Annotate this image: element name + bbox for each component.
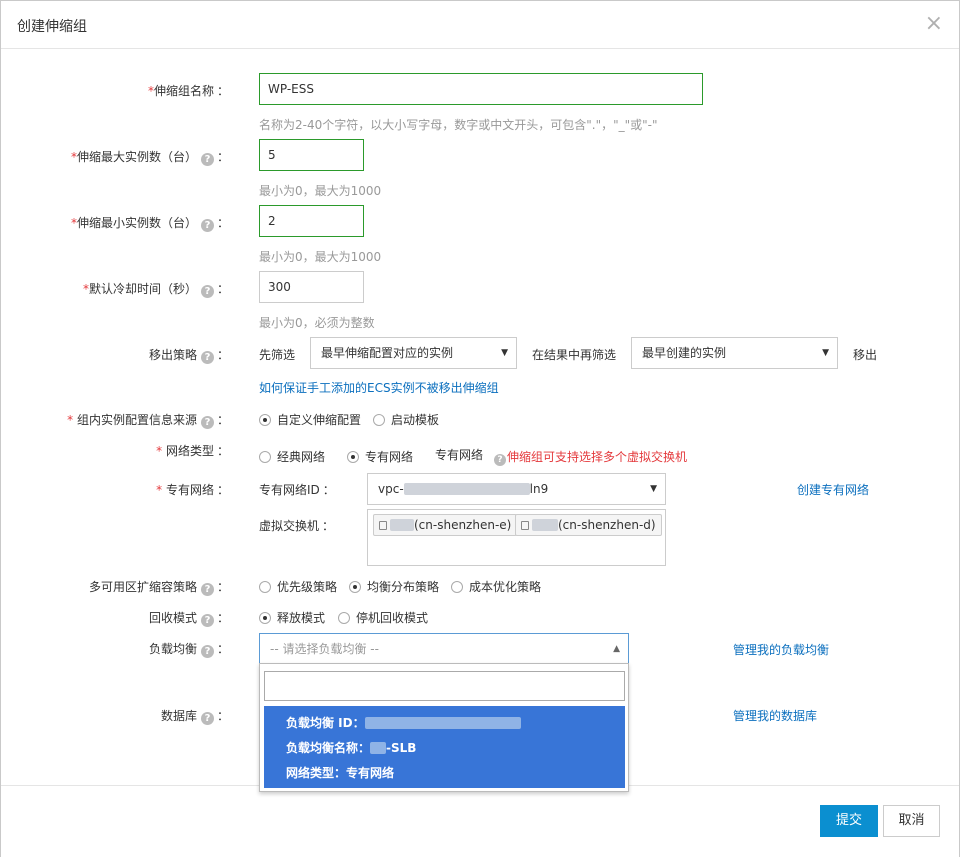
vswitch-box[interactable]: (cn-shenzhen-e) (cn-shenzhen-d) [367, 509, 666, 566]
manage-db-link[interactable]: 管理我的数据库 [733, 707, 817, 724]
min-instances-label: *伸缩最小实例数（台）?： [70, 216, 229, 232]
min-instances-hint: 最小为0，最大为1000 [259, 250, 382, 264]
slb-select[interactable]: -- 请选择负载均衡 -- ▲ [259, 633, 629, 665]
recycle-mode-label: 回收模式?： [148, 611, 229, 627]
vpc-id-select[interactable]: vpc-ln9 ▼ [367, 473, 666, 505]
max-instances-hint: 最小为0，最大为1000 [259, 184, 382, 198]
radio-balanced-policy[interactable]: 均衡分布策略 [349, 578, 439, 595]
caret-up-icon: ▲ [613, 644, 620, 654]
vswitch-tag[interactable]: (cn-shenzhen-d) [515, 514, 662, 536]
redacted-block [364, 717, 521, 729]
manual-ecs-protect-link[interactable]: 如何保证手工添加的ECS实例不被移出伸缩组 [259, 379, 499, 396]
cooldown-hint: 最小为0，必须为整数 [259, 316, 375, 330]
min-instances-input[interactable]: 2 [259, 205, 364, 237]
first-filter-select[interactable]: 最早伸缩配置对应的实例 ▼ [310, 337, 517, 369]
create-vpc-link[interactable]: 创建专有网络 [797, 481, 869, 498]
question-circle-icon[interactable]: ? [200, 219, 214, 232]
radio-dot [259, 581, 271, 593]
name-input[interactable]: WP-ESS [259, 73, 703, 105]
question-circle-icon[interactable]: ? [200, 416, 214, 429]
network-type-current: 专有网络 [435, 448, 484, 462]
vswitch-label: 虚拟交换机： [259, 519, 335, 533]
first-filter-label: 先筛选 [259, 348, 296, 362]
slb-option-id: 负载均衡 ID： [286, 714, 521, 731]
name-hint: 名称为2-40个字符，以大小写字母，数字或中文开头，可包含"."，"_"或"-" [259, 118, 658, 132]
radio-dot [373, 414, 385, 426]
dialog-header: 创建伸缩组 × [1, 1, 959, 49]
caret-down-icon: ▼ [650, 484, 657, 494]
radio-launch-template[interactable]: 启动模板 [373, 411, 439, 428]
create-scaling-group-dialog: 创建伸缩组 × *伸缩组名称： WP-ESS 名称为2-40个字符，以大小写字母… [0, 0, 960, 857]
vpc-id-label: 专有网络ID： [259, 483, 335, 497]
radio-dot [338, 612, 350, 624]
radio-dot [349, 581, 361, 593]
question-circle-icon[interactable]: ? [200, 351, 214, 364]
question-circle-icon[interactable]: ? [200, 583, 214, 596]
vswitch-tag[interactable]: (cn-shenzhen-e) [373, 514, 518, 536]
network-type-label: * 网络类型： [156, 444, 229, 458]
radio-priority-policy[interactable]: 优先级策略 [259, 578, 337, 595]
vswitch-icon [521, 521, 529, 530]
then-filter-label: 在结果中再筛选 [532, 348, 617, 362]
multi-az-label: 多可用区扩缩容策略?： [88, 580, 229, 596]
question-circle-icon[interactable]: ? [200, 614, 214, 627]
cooldown-input[interactable]: 300 [259, 271, 364, 303]
name-label: *伸缩组名称： [147, 84, 229, 98]
vpc-label: * 专有网络： [156, 483, 229, 497]
caret-down-icon: ▼ [822, 348, 829, 358]
then-filter-select[interactable]: 最早创建的实例 ▼ [631, 337, 838, 369]
radio-classic-network[interactable]: 经典网络 [259, 448, 325, 465]
redacted-block [370, 742, 387, 754]
then-filter-value: 最早创建的实例 [642, 346, 727, 360]
cancel-button[interactable]: 取消 [883, 805, 940, 837]
radio-vpc-network[interactable]: 专有网络 [347, 448, 413, 465]
redacted-block [403, 483, 530, 495]
db-label: 数据库?： [160, 709, 229, 725]
close-icon[interactable]: × [925, 11, 943, 37]
slb-option-name: 负载均衡名称： -SLB [286, 741, 417, 755]
question-circle-icon[interactable]: ? [200, 645, 214, 658]
cooldown-label: *默认冷却时间（秒）?： [82, 282, 229, 298]
redacted-block [390, 519, 414, 531]
dialog-title: 创建伸缩组 [17, 19, 87, 35]
network-note: ? 伸缩组可支持选择多个虚拟交换机 [494, 448, 687, 466]
manage-slb-link[interactable]: 管理我的负载均衡 [733, 641, 829, 658]
vswitch-icon [379, 521, 387, 530]
removal-suffix: 移出 [853, 348, 878, 362]
radio-dot [259, 612, 271, 624]
question-circle-icon[interactable]: ? [200, 285, 214, 298]
radio-custom-config[interactable]: 自定义伸缩配置 [259, 411, 361, 428]
radio-stop-mode[interactable]: 停机回收模式 [338, 609, 428, 626]
radio-dot [259, 451, 271, 463]
question-circle-icon[interactable]: ? [494, 454, 506, 466]
slb-option[interactable]: 负载均衡 ID： 负载均衡名称： -SLB 网络类型：专有网络 [264, 706, 625, 788]
max-instances-label: *伸缩最大实例数（台）?： [70, 150, 229, 166]
first-filter-value: 最早伸缩配置对应的实例 [321, 346, 454, 360]
question-circle-icon[interactable]: ? [200, 153, 214, 166]
question-circle-icon[interactable]: ? [200, 712, 214, 725]
slb-label: 负载均衡?： [148, 642, 229, 658]
slb-dropdown: 负载均衡 ID： 负载均衡名称： -SLB 网络类型：专有网络 [259, 663, 629, 792]
slb-option-network: 网络类型：专有网络 [286, 766, 395, 780]
radio-dot [451, 581, 463, 593]
config-source-label: * 组内实例配置信息来源?： [67, 413, 229, 429]
radio-release-mode[interactable]: 释放模式 [259, 609, 325, 626]
radio-dot [347, 451, 359, 463]
radio-dot [259, 414, 271, 426]
submit-button[interactable]: 提交 [820, 805, 878, 837]
radio-cost-policy[interactable]: 成本优化策略 [451, 578, 541, 595]
removal-policy-label: 移出策略?： [148, 348, 229, 364]
dialog-footer: 提交 取消 [1, 785, 959, 857]
caret-down-icon: ▼ [501, 348, 508, 358]
redacted-block [532, 519, 558, 531]
max-instances-input[interactable]: 5 [259, 139, 364, 171]
slb-search-input[interactable] [264, 671, 625, 701]
